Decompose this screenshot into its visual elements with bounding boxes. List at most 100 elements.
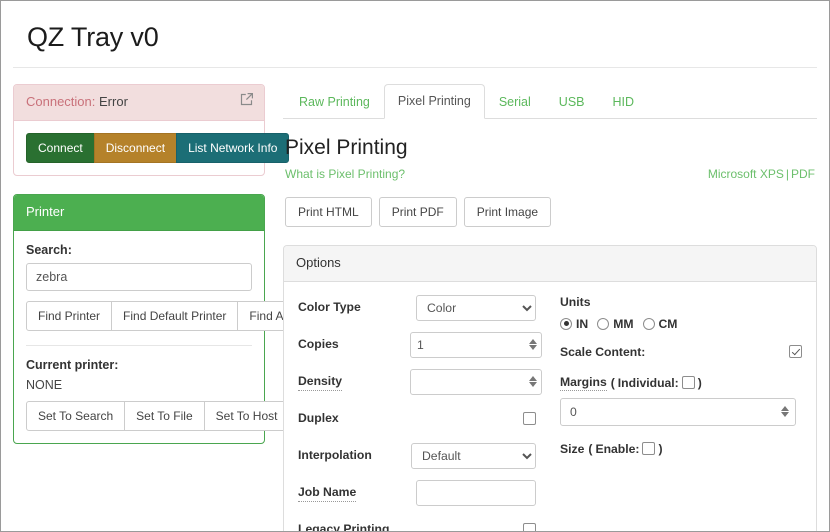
printer-panel: Printer Search: Find Printer Find Defaul… [13,193,346,445]
margins-individual-checkbox[interactable] [681,376,695,390]
divider [26,344,252,346]
connection-label: Connection: [26,93,96,109]
copies-stepper[interactable] [410,331,542,358]
printer-panel-header: Printer [14,194,264,231]
link-separator: | [785,166,789,181]
option-row-copies: Copies [298,331,542,358]
color-type-label: Color Type [298,300,361,315]
units-radio-in-input[interactable] [560,317,572,330]
margins-individual-label: Individual: [617,375,679,390]
main-content: Raw Printing Pixel Printing Serial USB H… [283,83,817,531]
option-row-duplex: Duplex [298,406,536,432]
duplex-checkbox[interactable] [523,412,536,426]
page-title: QZ Tray v0 [27,22,159,52]
size-header: Size ( Enable: ) [560,442,802,456]
scale-content-label: Scale Content: [560,344,646,359]
tab-usb[interactable]: USB [545,85,599,119]
page-root: QZ Tray v0 Connection: Error Connect Dis… [1,1,829,531]
section-title: Pixel Printing [285,135,408,159]
print-html-button[interactable]: Print HTML [285,196,372,227]
section-subline: What is Pixel Printing? Microsoft XPS | PD… [285,166,815,181]
option-row-interpolation: Interpolation Default [298,442,536,469]
margins-label: Margins [560,374,607,391]
connect-button[interactable]: Connect [26,132,95,163]
printer-search-input[interactable] [26,262,252,291]
size-enable-checkbox[interactable] [642,442,656,456]
interpolation-label: Interpolation [298,448,372,463]
options-grid: Color Type Color Copies 1 Density Duplex… [284,282,816,531]
margins-paren-open: ( [610,375,615,390]
units-radio-mm[interactable]: MM [597,316,634,331]
page-header: QZ Tray v0 [13,1,817,68]
set-to-file-button[interactable]: Set To File [124,400,205,432]
size-label: Size [560,441,585,456]
legacy-printing-checkbox[interactable] [523,523,536,531]
tab-serial[interactable]: Serial [485,85,545,119]
tab-pixel-printing[interactable]: Pixel Printing [383,83,485,119]
units-radio-in-label: IN [576,316,589,331]
connection-status: Error [99,93,128,109]
units-radio-cm[interactable]: CM [642,316,678,331]
margins-paren-close: ) [697,375,702,390]
connection-panel-body: Connect Disconnect List Network Info [14,121,290,175]
size-paren-close: ) [658,441,663,456]
tab-raw-printing[interactable]: Raw Printing [285,85,384,119]
density-stepper[interactable] [410,368,542,395]
tab-bar: Raw Printing Pixel Printing Serial USB H… [283,83,817,119]
job-name-label: Job Name [298,485,357,502]
external-link-icon[interactable] [240,92,254,106]
set-to-host-button[interactable]: Set To Host [203,400,290,432]
units-radio-mm-input[interactable] [597,317,610,330]
job-name-input[interactable] [416,479,536,506]
options-right-column: Units IN MM CM Scale Content: Margins (… [550,295,802,531]
find-button-group: Find Printer Find Default Printer Find A… [26,300,346,331]
size-enable-label: Enable: [595,441,640,456]
margins-stepper[interactable] [560,397,796,426]
density-input[interactable] [410,368,542,395]
connection-button-group: Connect Disconnect List Network Info [26,132,290,163]
page-body: Connection: Error Connect Disconnect Lis… [1,68,829,531]
set-to-search-button[interactable]: Set To Search [26,400,126,432]
size-paren-open: ( [588,441,593,456]
connection-panel-header: Connection: Error [14,84,264,121]
option-row-scale-content: Scale Content: [560,345,802,359]
sidebar: Connection: Error Connect Disconnect Lis… [13,83,346,462]
find-printer-button[interactable]: Find Printer [26,300,113,331]
margins-header: Margins ( Individual: ) [560,375,802,391]
print-button-row: Print HTML Print PDF Print Image [285,196,815,227]
print-pdf-button[interactable]: Print PDF [378,196,457,227]
disconnect-button[interactable]: Disconnect [93,132,178,163]
options-left-column: Color Type Color Copies 1 Density Duplex… [298,294,550,531]
units-radio-cm-label: CM [658,316,678,331]
units-radio-cm-input[interactable] [642,317,655,330]
option-row-density: Density [298,368,542,395]
current-printer-label: Current printer: [26,357,119,372]
legacy-printing-label: Legacy Printing [298,522,390,531]
units-label: Units [560,294,591,309]
tab-hid[interactable]: HID [599,85,649,119]
option-row-job-name: Job Name [298,479,536,506]
copies-input[interactable] [410,331,542,358]
units-radio-in[interactable]: IN [560,317,588,331]
print-image-button[interactable]: Print Image [463,196,552,227]
search-label: Search: [26,242,72,257]
find-default-printer-button[interactable]: Find Default Printer [111,300,239,331]
what-is-pixel-printing-link[interactable]: What is Pixel Printing? [285,167,405,181]
list-network-info-button[interactable]: List Network Info [176,132,290,163]
option-row-legacy-printing: Legacy Printing [298,517,536,531]
pdf-link[interactable]: PDF [791,167,815,181]
interpolation-select[interactable]: Default [411,442,536,469]
browser-window: QZ Tray v0 Connection: Error Connect Dis… [0,0,830,532]
driver-links: Microsoft XPS | PDF [708,166,815,181]
scale-content-checkbox[interactable] [789,345,802,359]
current-printer-value: NONE [26,377,63,392]
printer-panel-body: Search: Find Printer Find Default Printe… [14,231,346,443]
units-radio-group: IN MM CM [560,317,802,331]
options-panel: Options Color Type Color Copies 1 Densit… [283,244,817,531]
units-radio-mm-label: MM [613,316,634,331]
density-label: Density [298,374,343,391]
margins-input[interactable] [560,397,796,426]
connection-panel: Connection: Error Connect Disconnect Lis… [13,83,290,176]
color-type-select[interactable]: Color [416,294,536,321]
microsoft-xps-link[interactable]: Microsoft XPS [708,167,784,181]
